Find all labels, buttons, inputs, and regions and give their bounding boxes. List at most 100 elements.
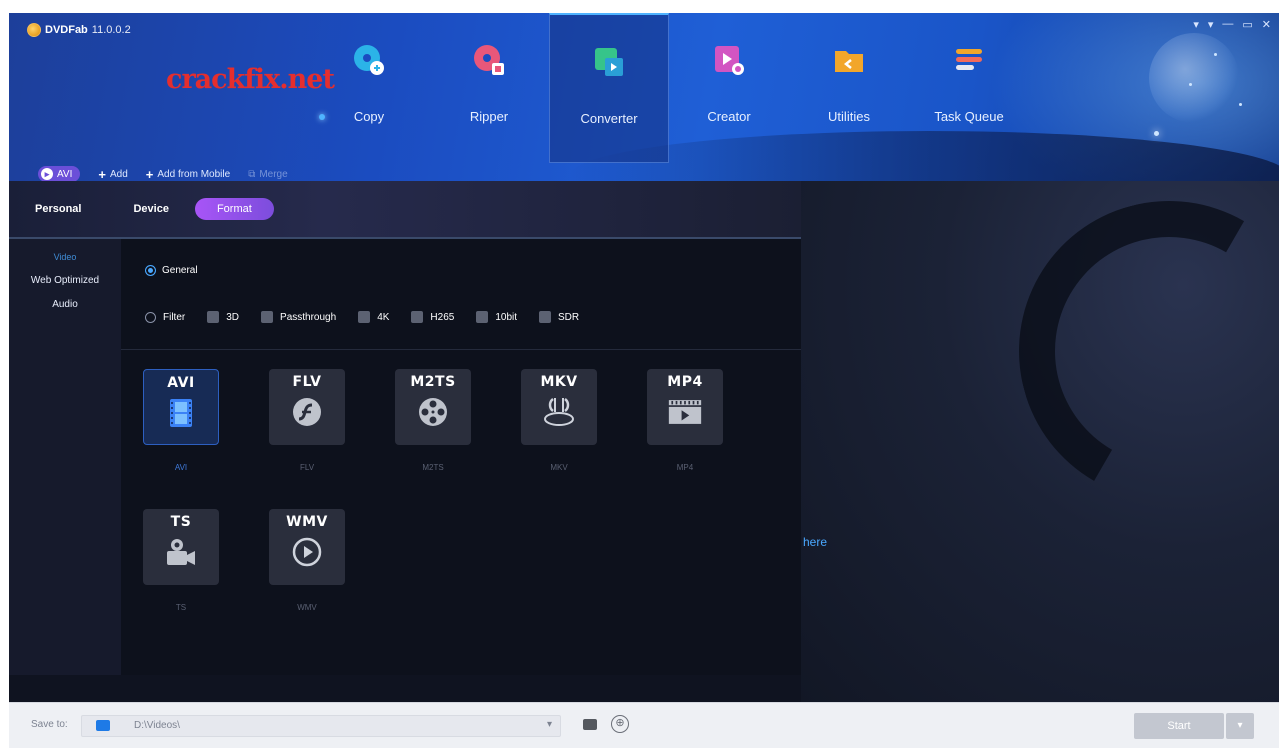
globe-icon[interactable]: ⊕ [611, 715, 629, 733]
module-ripper-label: Ripper [469, 109, 509, 124]
sidebar-item-web-optimized[interactable]: Web Optimized [9, 269, 121, 293]
sidebar-item-audio[interactable]: Audio [9, 293, 121, 317]
module-creator[interactable]: Creator [669, 13, 789, 163]
tab-device[interactable]: Device [107, 203, 194, 215]
chevron-down-icon[interactable]: ▾ [547, 719, 552, 730]
module-copy-label: Copy [353, 109, 385, 124]
minimize-icon[interactable]: — [1222, 18, 1233, 31]
general-radio[interactable] [145, 265, 156, 276]
save-to-label: Save to: [31, 719, 68, 730]
matroska-icon [542, 395, 576, 429]
film-strip-icon [164, 396, 198, 430]
module-bar: Copy Ripper Converter Creator Utilities … [309, 13, 1029, 163]
format-content: General Filter 3D Passthrough 4K H265 10… [121, 239, 801, 675]
format-wmv[interactable]: WMV WMV [269, 509, 349, 612]
filter-option[interactable]: Filter [145, 311, 185, 323]
plus-icon: + [145, 166, 154, 182]
general-option[interactable]: General [145, 265, 198, 276]
checkbox-4k[interactable]: 4K [358, 311, 389, 323]
format-avi[interactable]: AVI AVI [143, 369, 223, 472]
profile-label: AVI [57, 168, 73, 180]
module-copy[interactable]: Copy [309, 13, 429, 163]
drop-hint-link[interactable]: here [803, 535, 827, 549]
tab-personal[interactable]: Personal [9, 203, 107, 215]
plus-icon: + [98, 166, 106, 182]
checkbox-box[interactable] [358, 311, 371, 323]
maximize-icon[interactable]: ▭ [1242, 18, 1252, 31]
module-utilities-label: Utilities [828, 109, 870, 124]
module-creator-label: Creator [707, 109, 751, 124]
sidebar-item-video[interactable]: Video [9, 245, 121, 269]
save-path-value: D:\Videos\ [134, 720, 180, 731]
format-card[interactable]: MP4 [647, 369, 723, 445]
module-utilities[interactable]: Utilities [789, 13, 909, 163]
format-flv[interactable]: FLV FLV [269, 369, 349, 472]
filter-row: Filter 3D Passthrough 4K H265 10bit SDR [145, 311, 579, 323]
format-ts[interactable]: TS TS [143, 509, 223, 612]
checkbox-h265[interactable]: H265 [411, 311, 454, 323]
checkbox-box[interactable] [476, 311, 489, 323]
checkbox-3d[interactable]: 3D [207, 311, 239, 323]
filter-radio[interactable] [145, 311, 156, 323]
save-path-select[interactable]: D:\Videos\ ▾ [81, 715, 561, 737]
start-options-dropdown[interactable]: ▾ [1226, 713, 1254, 739]
checkbox-sdr[interactable]: SDR [539, 311, 579, 323]
profile-panel: Personal Device Format Video Web Optimiz… [9, 181, 801, 675]
task-queue-icon [952, 43, 986, 77]
footer-bar: Save to: D:\Videos\ ▾ ⊕ Start ▾ [9, 702, 1279, 748]
checkbox-box[interactable] [539, 311, 552, 323]
checkbox-label: H265 [430, 311, 455, 323]
checkbox-label: Passthrough [280, 311, 337, 323]
general-label: General [162, 265, 198, 276]
format-m2ts[interactable]: M2TS M2TS [395, 369, 475, 472]
format-card[interactable]: M2TS [395, 369, 471, 445]
format-card[interactable]: WMV [269, 509, 345, 585]
format-title: AVI [167, 375, 195, 391]
merge-button[interactable]: ⧉ Merge [248, 169, 288, 180]
profile-arrow-icon: ▸ [41, 168, 53, 180]
app-version: 11.0.0.2 [91, 24, 131, 36]
checkbox-passthrough[interactable]: Passthrough [261, 311, 336, 323]
creator-icon [712, 43, 746, 77]
add-from-mobile-button[interactable]: + Add from Mobile [146, 167, 230, 182]
checkbox-box[interactable] [411, 311, 424, 323]
format-label: MP4 [676, 463, 694, 472]
format-title: MP4 [667, 374, 703, 390]
add-button[interactable]: + Add [98, 167, 127, 182]
checkbox-10bit[interactable]: 10bit [476, 311, 517, 323]
add-mobile-label: Add from Mobile [157, 168, 231, 180]
format-mkv[interactable]: MKV MKV [521, 369, 601, 472]
module-task-queue[interactable]: Task Queue [909, 13, 1029, 163]
module-ripper[interactable]: Ripper [429, 13, 549, 163]
format-card[interactable]: AVI [143, 369, 219, 445]
format-label: FLV [299, 463, 315, 472]
checkbox-label: 10bit [495, 311, 518, 323]
format-card[interactable]: TS [143, 509, 219, 585]
app-brand: DVDFab 11.0.0.2 [27, 23, 131, 37]
format-title: M2TS [410, 374, 456, 390]
settings-dropdown-icon[interactable]: ▾ [1208, 18, 1214, 31]
format-title: TS [170, 514, 192, 530]
main-area: here Personal Device Format Video Web Op… [9, 181, 1279, 702]
profile-selector[interactable]: ▸ AVI [38, 166, 81, 181]
play-circle-icon [290, 535, 324, 569]
format-card[interactable]: FLV [269, 369, 345, 445]
format-label: TS [175, 603, 187, 612]
tab-format[interactable]: Format [194, 198, 274, 220]
checkbox-label: SDR [558, 311, 580, 323]
format-card[interactable]: MKV [521, 369, 597, 445]
camera-icon [164, 535, 198, 569]
window-controls: ▾ ▾ — ▭ ✕ [1193, 18, 1271, 31]
format-label: AVI [174, 463, 188, 472]
ripper-disc-icon [472, 43, 506, 77]
start-button[interactable]: Start [1134, 713, 1224, 739]
checkbox-box[interactable] [207, 311, 220, 323]
app-window: DVDFab 11.0.0.2 crackfix.net ▾ ▾ — ▭ ✕ C… [0, 0, 1279, 748]
format-mp4[interactable]: MP4 MP4 [647, 369, 727, 472]
close-icon[interactable]: ✕ [1262, 18, 1271, 31]
checkbox-box[interactable] [261, 311, 274, 323]
module-converter[interactable]: Converter [549, 13, 669, 163]
menu-dropdown-icon[interactable]: ▾ [1193, 18, 1199, 31]
browse-folder-icon[interactable] [583, 719, 597, 730]
converter-icon [592, 45, 626, 79]
